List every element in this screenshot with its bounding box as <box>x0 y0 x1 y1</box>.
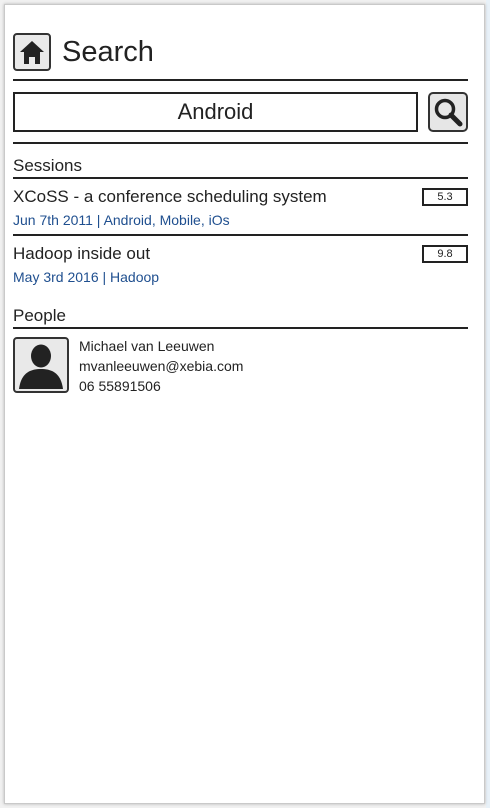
avatar <box>13 337 69 393</box>
session-meta[interactable]: May 3rd 2016 | Hadoop <box>13 269 468 285</box>
session-score-badge: 5.3 <box>422 188 468 206</box>
home-icon <box>20 41 44 64</box>
people-section: People Michael van Leeuwen mvanleeuwen@x… <box>13 306 468 396</box>
search-bar <box>13 91 468 132</box>
person-item[interactable]: Michael van Leeuwen mvanleeuwen@xebia.co… <box>13 337 468 396</box>
app-window: Search Sessions XCoSS - a conference sch… <box>4 4 485 804</box>
page-title: Search <box>62 35 154 68</box>
person-info: Michael van Leeuwen mvanleeuwen@xebia.co… <box>79 336 243 396</box>
header-divider <box>13 79 468 81</box>
person-phone[interactable]: 06 55891506 <box>79 376 243 396</box>
people-divider <box>13 327 468 329</box>
session-meta[interactable]: Jun 7th 2011 | Android, Mobile, iOs <box>13 212 468 228</box>
sessions-section: Sessions XCoSS - a conference scheduling… <box>13 156 468 291</box>
session-title[interactable]: Hadoop inside out <box>13 244 468 264</box>
session-title[interactable]: XCoSS - a conference scheduling system <box>13 187 468 207</box>
search-page: Search Sessions XCoSS - a conference sch… <box>13 30 468 396</box>
window-edge <box>486 0 490 808</box>
page-header: Search <box>13 30 468 74</box>
search-input[interactable] <box>13 91 418 132</box>
sessions-heading: Sessions <box>13 156 82 175</box>
search-icon <box>434 98 463 126</box>
session-item[interactable]: XCoSS - a conference scheduling system J… <box>13 179 468 234</box>
search-button[interactable] <box>428 91 468 132</box>
person-email[interactable]: mvanleeuwen@xebia.com <box>79 356 243 376</box>
home-button[interactable] <box>13 33 51 71</box>
person-avatar-icon <box>19 344 63 389</box>
search-divider <box>13 142 468 144</box>
person-name: Michael van Leeuwen <box>79 338 215 354</box>
session-item[interactable]: Hadoop inside out May 3rd 2016 | Hadoop … <box>13 234 468 291</box>
session-score-badge: 9.8 <box>422 245 468 263</box>
people-heading: People <box>13 306 66 325</box>
